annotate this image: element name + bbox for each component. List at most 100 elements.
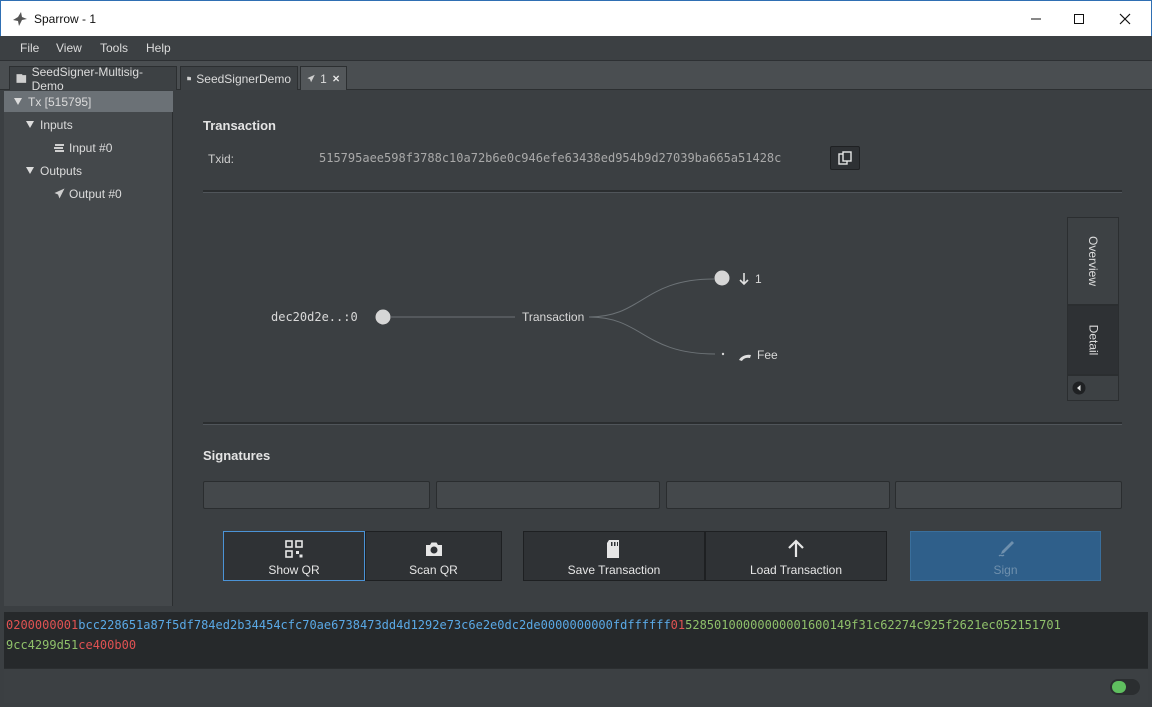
load-transaction-button[interactable]: Load Transaction [705,531,887,581]
tab-seedsignerdemo[interactable]: SeedSignerDemo [180,66,298,90]
arrow-up-icon [788,539,804,557]
send-icon [54,188,65,199]
window-title: Sparrow - 1 [34,12,97,26]
section-divider [203,422,1122,425]
tab-scroller[interactable] [1067,375,1119,401]
minimize-icon [1031,18,1041,20]
tab-overview[interactable]: Overview [1067,217,1119,305]
tree-item-outputs[interactable]: Outputs [4,160,173,181]
hex-segment: 01 [670,618,686,632]
camera-icon [425,542,442,556]
expand-triangle-icon[interactable] [14,98,22,105]
tab-label: 1 [320,71,327,86]
tree-item-inputs[interactable]: Inputs [4,114,173,135]
input-node[interactable] [375,309,391,325]
tab-label: SeedSigner-Multisig-Demo [31,64,143,93]
fee-hand-icon [739,354,751,361]
copy-txid-button[interactable] [830,146,860,170]
hex-segment: 02000000 [6,618,64,632]
output-label: 1 [755,272,762,286]
copy-icon [838,151,852,165]
signature-slot [203,481,430,509]
tab-detail[interactable]: Detail [1067,305,1119,375]
hex-segment: 01 [63,618,79,632]
expand-triangle-icon[interactable] [26,167,34,174]
hex-segment: fdffffff [612,618,671,632]
output-node[interactable] [714,270,730,286]
save-transaction-button[interactable]: Save Transaction [523,531,705,581]
button-label: Load Transaction [749,563,843,577]
hex-line: 0200000001bcc228651a87f5df784ed2b34454cf… [6,615,1146,635]
hex-line: 9cc4299d51ce400b00 [6,635,1146,655]
transaction-hex-view[interactable]: 0200000001bcc228651a87f5df784ed2b34454cf… [4,612,1148,668]
transaction-tree: Tx [515795] Inputs Input #0 Outputs Outp… [4,91,173,606]
section-divider [203,190,1122,193]
fee-label: Fee [757,348,778,362]
button-label: Save Transaction [567,563,661,577]
hex-segment: ce400b00 [78,638,137,652]
output-edge [588,278,715,318]
diagram-view-tabs: Overview Detail [1067,209,1121,403]
toggle-knob [1112,681,1126,693]
tab-label: Detail [1086,324,1100,356]
tab-close-icon[interactable] [332,73,340,84]
hex-segment: 00 [598,618,613,632]
maximize-icon [1074,14,1084,24]
fee-node [721,352,725,356]
tree-item-input-0[interactable]: Input #0 [4,137,173,158]
tree-item-label: Inputs [40,117,73,132]
receive-arrow-icon [739,273,749,286]
wallet-icon [187,76,192,81]
coins-icon [54,144,64,152]
tree-item-label: Input #0 [69,140,113,155]
transaction-diagram: dec20d2e..:0 Transaction 1 Fee [271,270,778,362]
signature-slot [666,481,890,509]
button-label: Sign [993,563,1018,577]
tree-item-label: Output #0 [69,186,122,201]
tab-bar: SeedSigner-Multisig-Demo SeedSignerDemo … [0,61,1152,93]
scan-qr-button[interactable]: Scan QR [365,531,502,581]
maximize-button[interactable] [1056,1,1102,37]
close-icon [1119,13,1131,25]
tab-seedsigner-multisig-demo[interactable]: SeedSigner-Multisig-Demo [9,64,177,93]
status-bar [4,668,1148,703]
title-bar: Sparrow - 1 [0,0,1152,36]
button-label: Show QR [268,563,320,577]
tree-item-label: Outputs [40,163,83,178]
txid-label: Txid: [208,152,235,166]
chevron-left-icon[interactable] [1072,381,1086,395]
tree-item-output-0[interactable]: Output #0 [4,183,173,204]
qr-code-icon [285,540,303,558]
expand-triangle-icon[interactable] [26,121,34,128]
hex-segment: 9cc4299d51 [6,638,79,652]
menu-help[interactable]: Help [146,41,171,55]
tab-label: SeedSignerDemo [196,71,291,86]
show-qr-button[interactable]: Show QR [223,531,365,581]
menu-file[interactable]: File [20,41,39,55]
tree-item-tx[interactable]: Tx [515795] [4,91,173,112]
sign-button[interactable]: Sign [910,531,1101,581]
tab-transaction-1[interactable]: 1 [300,66,347,90]
fee-edge [588,316,716,355]
signature-slot [436,481,660,509]
server-connection-toggle[interactable] [1110,679,1140,695]
hex-segment: 52850100000000001600149f31c62274c925f262… [685,618,1061,632]
center-label: Transaction [522,310,584,324]
txid-value[interactable]: 515795aee598f3788c10a72b6e0c946efe63438e… [319,151,781,165]
wallet-icon [16,74,27,83]
menu-view[interactable]: View [56,41,82,55]
sparrow-logo-icon [13,12,27,26]
pen-icon [998,541,1014,557]
transaction-detail-pane: Transaction Txid: 515795aee598f3788c10a7… [181,91,1146,606]
input-label: dec20d2e..:0 [271,310,358,324]
menu-tools[interactable]: Tools [100,41,128,55]
close-button[interactable] [1102,1,1148,37]
tree-item-label: Tx [515795] [28,94,92,109]
button-label: Scan QR [409,563,458,577]
signatures-heading: Signatures [203,448,271,463]
minimize-button[interactable] [1013,1,1059,37]
menu-bar: File View Tools Help [0,36,1152,61]
transaction-heading: Transaction [203,118,276,133]
signature-slot [895,481,1122,509]
send-icon [307,74,315,83]
